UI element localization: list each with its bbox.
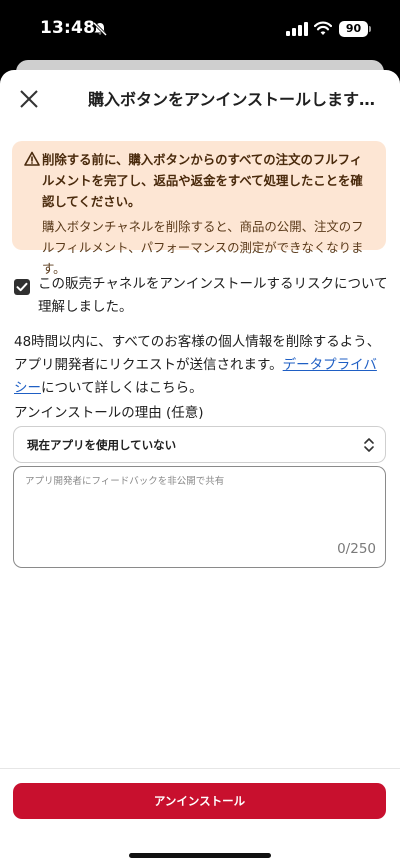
sheet-title: 購入ボタンをアンインストールします… <box>88 90 376 109</box>
feedback-placeholder: アプリ開発者にフィードバックを非公開で共有 <box>25 476 225 487</box>
status-time: 13:48 <box>40 18 96 38</box>
battery-cap <box>369 26 371 32</box>
reason-select-value: 現在アプリを使用していない <box>27 438 177 452</box>
home-indicator <box>129 853 271 858</box>
character-counter: 0/250 <box>337 541 376 557</box>
risk-confirm-label[interactable]: この販売チャネルをアンインストールするリスクについて理解しました。 <box>38 273 388 319</box>
battery-indicator: 90 <box>339 21 368 37</box>
checkmark-icon <box>16 282 28 292</box>
uninstall-sheet: 購入ボタンをアンインストールします… 削除する前に、購入ボタンからのすべての注文… <box>0 70 400 867</box>
wifi-icon <box>314 21 332 35</box>
uninstall-button[interactable]: アンインストール <box>13 783 386 819</box>
warning-body: 購入ボタンチャネルを削除すると、商品の公開、注文のフルフィルメント、パフォーマン… <box>42 219 364 276</box>
reason-select[interactable]: 現在アプリを使用していない <box>13 426 386 463</box>
feedback-textarea[interactable]: アプリ開発者にフィードバックを非公開で共有 0/250 <box>13 466 386 568</box>
warning-title: 削除する前に、購入ボタンからのすべての注文のフルフィルメントを完了し、返品や返金… <box>42 152 363 209</box>
bell-slash-icon <box>92 21 108 37</box>
footer-divider <box>0 768 400 769</box>
close-icon[interactable] <box>18 88 40 110</box>
info-text-after: について詳しくはこちら。 <box>41 380 203 396</box>
privacy-info-text: 48時間以内に、すべてのお客様の個人情報を削除するよう、アプリ開発者にリクエスト… <box>14 331 388 400</box>
warning-banner: 削除する前に、購入ボタンからのすべての注文のフルフィルメントを完了し、返品や返金… <box>12 141 386 276</box>
risk-confirm-checkbox[interactable] <box>14 279 30 295</box>
cellular-signal-icon <box>286 22 308 36</box>
warning-triangle-icon <box>24 151 40 166</box>
reason-label: アンインストールの理由 (任意) <box>14 405 204 421</box>
status-bar: 13:48 90 <box>0 0 400 60</box>
chevron-updown-icon <box>364 438 374 452</box>
